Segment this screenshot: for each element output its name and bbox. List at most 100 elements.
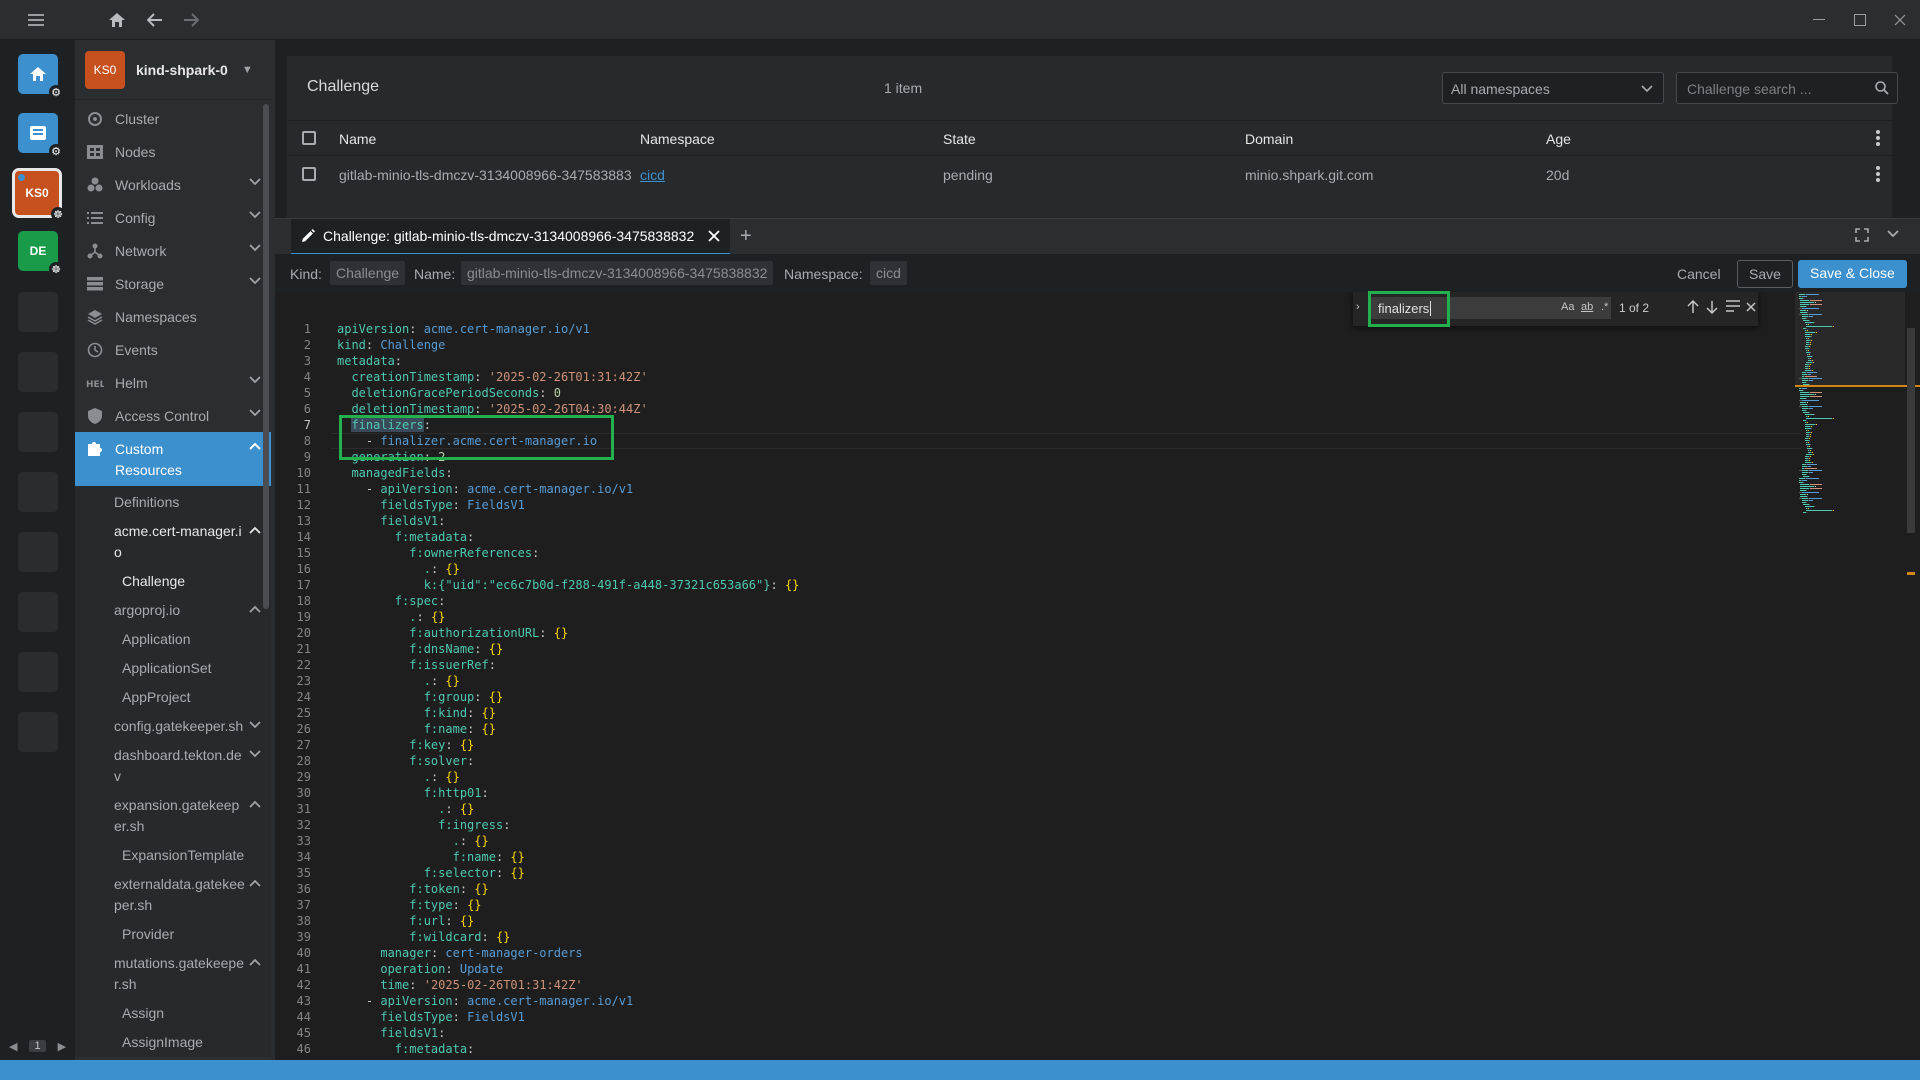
hotbar-empty-slot[interactable]	[18, 592, 58, 632]
sidebar-item-custom-resources[interactable]: Custom Resources	[75, 432, 275, 486]
subnav-item-mutations-gatekeeper-sh[interactable]: mutations.gatekeeper.sh	[75, 949, 275, 999]
save-button[interactable]: Save	[1737, 260, 1793, 288]
whole-word-toggle[interactable]: ab	[1581, 301, 1593, 313]
new-tab-icon[interactable]: +	[740, 225, 752, 248]
code-token: :	[467, 1042, 475, 1056]
column-header-state[interactable]: State	[943, 131, 976, 147]
minimap-line	[1810, 364, 1811, 365]
arrow-down-icon[interactable]	[1706, 300, 1718, 314]
sidebar-item-cluster[interactable]: Cluster	[75, 102, 275, 135]
hotbar-empty-slot[interactable]	[18, 532, 58, 572]
hotbar-cluster-de[interactable]: DE ☸	[18, 231, 63, 276]
code-token: :	[452, 482, 468, 496]
back-arrow-icon[interactable]	[143, 8, 167, 32]
fullscreen-icon[interactable]	[1855, 228, 1869, 242]
hotbar-catalog[interactable]: ⚙	[18, 113, 63, 158]
sidebar-item-workloads[interactable]: Workloads	[75, 168, 275, 201]
minimize-icon[interactable]	[1807, 8, 1831, 32]
minimap-line	[1808, 316, 1809, 317]
sidebar-item-events[interactable]: Events	[75, 333, 275, 366]
arrow-up-icon[interactable]	[1687, 300, 1699, 314]
minimap-line	[1803, 512, 1806, 513]
close-find-icon[interactable]	[1746, 302, 1756, 312]
hotbar-empty-slot[interactable]	[18, 652, 58, 692]
hotbar-empty-slot[interactable]	[18, 412, 58, 452]
subnav-item-provider[interactable]: Provider	[75, 920, 275, 949]
hotbar-empty-slot[interactable]	[18, 292, 58, 332]
minimap-line	[1805, 330, 1806, 331]
maximize-icon[interactable]	[1848, 8, 1872, 32]
subnav-item-externaldata-gatekeeper-sh[interactable]: externaldata.gatekeeper.sh	[75, 870, 275, 920]
code-token: :	[430, 674, 446, 688]
chevron-right-icon[interactable]: ▶	[58, 1040, 66, 1053]
code-line: f:dnsName: {}	[337, 641, 799, 657]
hotbar-cluster-ks0[interactable]: KS0 ☸	[12, 168, 65, 221]
row-checkbox[interactable]	[302, 167, 316, 181]
close-icon[interactable]	[708, 230, 720, 242]
subnav-item-expansion-gatekeeper-sh[interactable]: expansion.gatekeeper.sh	[75, 791, 275, 841]
toggle-replace-icon[interactable]: ›	[1356, 301, 1360, 313]
subnav-item-config-gatekeeper-sh[interactable]: config.gatekeeper.sh	[75, 712, 275, 741]
forward-arrow-icon[interactable]	[179, 8, 203, 32]
sidebar-item-nodes[interactable]: Nodes	[75, 135, 275, 168]
match-case-toggle[interactable]: Aa	[1561, 301, 1574, 313]
column-header-name[interactable]: Name	[339, 131, 376, 147]
subnav-item-acme-cert-manager-io[interactable]: acme.cert-manager.io	[75, 517, 275, 567]
column-menu-icon[interactable]	[1876, 130, 1880, 148]
column-header-namespace[interactable]: Namespace	[640, 131, 715, 147]
hotbar-empty-slot[interactable]	[18, 712, 58, 752]
column-header-domain[interactable]: Domain	[1245, 131, 1293, 147]
minimap[interactable]	[1795, 292, 1895, 532]
cluster-header[interactable]: KS0 kind-shpark-0 ▼	[75, 40, 275, 100]
find-in-selection-icon[interactable]	[1726, 300, 1740, 312]
cell-namespace-link[interactable]: cicd	[640, 167, 665, 183]
row-menu-icon[interactable]	[1876, 166, 1880, 184]
subnav-item-dashboard-tekton-dev[interactable]: dashboard.tekton.dev	[75, 741, 275, 791]
minimap-line	[1811, 426, 1812, 427]
column-header-age[interactable]: Age	[1546, 131, 1571, 147]
sidebar-item-network[interactable]: Network	[75, 234, 275, 267]
subnav-item-assign[interactable]: Assign	[75, 999, 275, 1028]
subnav-item-definitions[interactable]: Definitions	[75, 488, 275, 517]
subnav-item-label: ApplicationSet	[122, 660, 212, 676]
line-number: 38	[296, 914, 311, 928]
chevron-left-icon[interactable]: ◀	[9, 1040, 17, 1053]
subnav-item-application[interactable]: Application	[75, 625, 275, 654]
chevron-down-icon[interactable]	[1887, 230, 1899, 238]
minimap-line	[1802, 314, 1808, 315]
regex-toggle[interactable]: .*	[1601, 301, 1608, 313]
code-token: :	[438, 514, 446, 528]
sidebar-item-config[interactable]: Config	[75, 201, 275, 234]
hotbar-home[interactable]: ⚙	[18, 54, 63, 99]
pencil-icon	[302, 229, 315, 242]
minimap-line	[1805, 440, 1809, 441]
table-row[interactable]: gitlab-minio-tls-dmczv-3134008966-347583…	[287, 157, 1892, 191]
cancel-button[interactable]: Cancel	[1671, 263, 1727, 285]
subnav-item-expansiontemplate[interactable]: ExpansionTemplate	[75, 841, 275, 870]
subnav-item-argoproj-io[interactable]: argoproj.io	[75, 596, 275, 625]
hotbar-empty-slot[interactable]	[18, 352, 58, 392]
sidebar-scrollbar[interactable]	[263, 104, 269, 609]
sidebar-item-label: Nodes	[115, 143, 156, 160]
hotbar-empty-slot[interactable]	[18, 472, 58, 512]
yaml-editor[interactable]: 1 2 3 4 5 6 7 8 9 10 11 12 13 14 15 16 17 18 19 20 21 22 23 24 2…	[275, 292, 1920, 1060]
select-all-checkbox[interactable]	[302, 131, 316, 145]
line-number: 7	[303, 418, 311, 432]
subnav-item-challenge[interactable]: Challenge	[75, 567, 275, 596]
home-icon[interactable]	[105, 8, 129, 32]
close-window-icon[interactable]	[1888, 8, 1912, 32]
sidebar-item-access-control[interactable]: Access Control	[75, 399, 275, 432]
menu-icon[interactable]	[24, 8, 48, 32]
editor-scrollbar[interactable]	[1907, 328, 1915, 533]
save-and-close-button[interactable]: Save & Close	[1798, 260, 1907, 288]
sidebar-item-storage[interactable]: Storage	[75, 267, 275, 300]
subnav-item-appproject[interactable]: AppProject	[75, 683, 275, 712]
sidebar-item-namespaces[interactable]: Namespaces	[75, 300, 275, 333]
dock-tab-edit-challenge[interactable]: Challenge: gitlab-minio-tls-dmczv-313400…	[291, 219, 731, 255]
namespace-select[interactable]: All namespaces	[1442, 72, 1664, 104]
subnav-item-applicationset[interactable]: ApplicationSet	[75, 654, 275, 683]
subnav-item-assignimage[interactable]: AssignImage	[75, 1028, 275, 1057]
minimap-line	[1809, 446, 1810, 447]
sidebar-item-helm[interactable]: HELM Helm	[75, 366, 275, 399]
search-input[interactable]: Challenge search ...	[1676, 72, 1898, 104]
